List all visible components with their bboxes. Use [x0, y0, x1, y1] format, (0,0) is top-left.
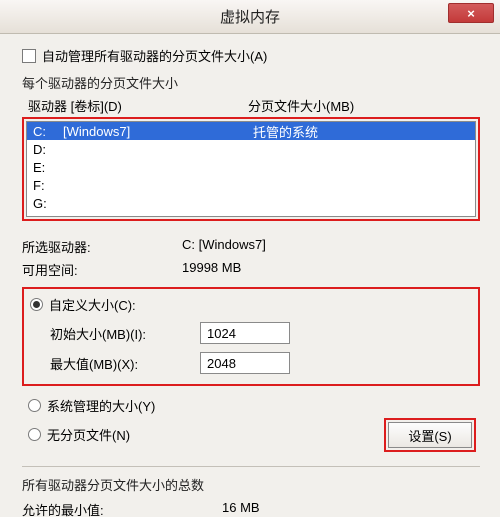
system-managed-radio[interactable]: [28, 399, 41, 412]
auto-manage-row[interactable]: 自动管理所有驱动器的分页文件大小(A): [22, 46, 480, 65]
close-icon: ×: [467, 6, 475, 21]
auto-manage-checkbox[interactable]: [22, 49, 36, 63]
drive-row[interactable]: C: [Windows7] 托管的系统: [27, 122, 475, 140]
max-size-input[interactable]: [200, 352, 290, 374]
drive-list-highlight: C: [Windows7] 托管的系统 D: E: F: G:: [22, 117, 480, 221]
free-space-value: 19998 MB: [182, 260, 480, 279]
drive-list[interactable]: C: [Windows7] 托管的系统 D: E: F: G:: [26, 121, 476, 217]
system-managed-row[interactable]: 系统管理的大小(Y): [28, 396, 480, 415]
no-paging-label: 无分页文件(N): [47, 425, 130, 444]
drive-row[interactable]: E:: [27, 158, 475, 176]
close-button[interactable]: ×: [448, 3, 494, 23]
custom-size-radio-row[interactable]: 自定义大小(C):: [30, 295, 472, 314]
drive-row[interactable]: F:: [27, 176, 475, 194]
set-button[interactable]: 设置(S): [388, 422, 472, 448]
dialog-content: 自动管理所有驱动器的分页文件大小(A) 每个驱动器的分页文件大小 驱动器 [卷标…: [0, 34, 500, 517]
window-title: 虚拟内存: [220, 6, 280, 27]
custom-size-radio[interactable]: [30, 298, 43, 311]
titlebar: 虚拟内存 ×: [0, 0, 500, 34]
custom-size-label: 自定义大小(C):: [49, 295, 136, 314]
drive-list-headers: 驱动器 [卷标](D) 分页文件大小(MB): [28, 96, 480, 115]
header-drive: 驱动器 [卷标](D): [28, 96, 248, 115]
selected-drive-label: 所选驱动器:: [22, 237, 182, 256]
selected-drive-info: 所选驱动器: C: [Windows7] 可用空间: 19998 MB: [22, 237, 480, 279]
header-paging: 分页文件大小(MB): [248, 96, 480, 115]
drive-row[interactable]: G:: [27, 194, 475, 212]
selected-drive-value: C: [Windows7]: [182, 237, 480, 256]
totals-label: 所有驱动器分页文件大小的总数: [22, 475, 480, 494]
auto-manage-label: 自动管理所有驱动器的分页文件大小(A): [42, 46, 267, 65]
max-size-label: 最大值(MB)(X):: [50, 354, 200, 373]
divider: [22, 466, 480, 467]
no-paging-radio[interactable]: [28, 428, 41, 441]
system-managed-label: 系统管理的大小(Y): [47, 396, 155, 415]
min-allowed-label: 允许的最小值:: [22, 500, 222, 517]
set-button-highlight: 设置(S): [384, 418, 476, 452]
min-allowed-value: 16 MB: [222, 500, 480, 517]
drive-group-label: 每个驱动器的分页文件大小: [22, 73, 480, 92]
initial-size-input[interactable]: [200, 322, 290, 344]
custom-size-highlight: 自定义大小(C): 初始大小(MB)(I): 最大值(MB)(X):: [22, 287, 480, 386]
free-space-label: 可用空间:: [22, 260, 182, 279]
initial-size-label: 初始大小(MB)(I):: [50, 324, 200, 343]
drive-row[interactable]: D:: [27, 140, 475, 158]
